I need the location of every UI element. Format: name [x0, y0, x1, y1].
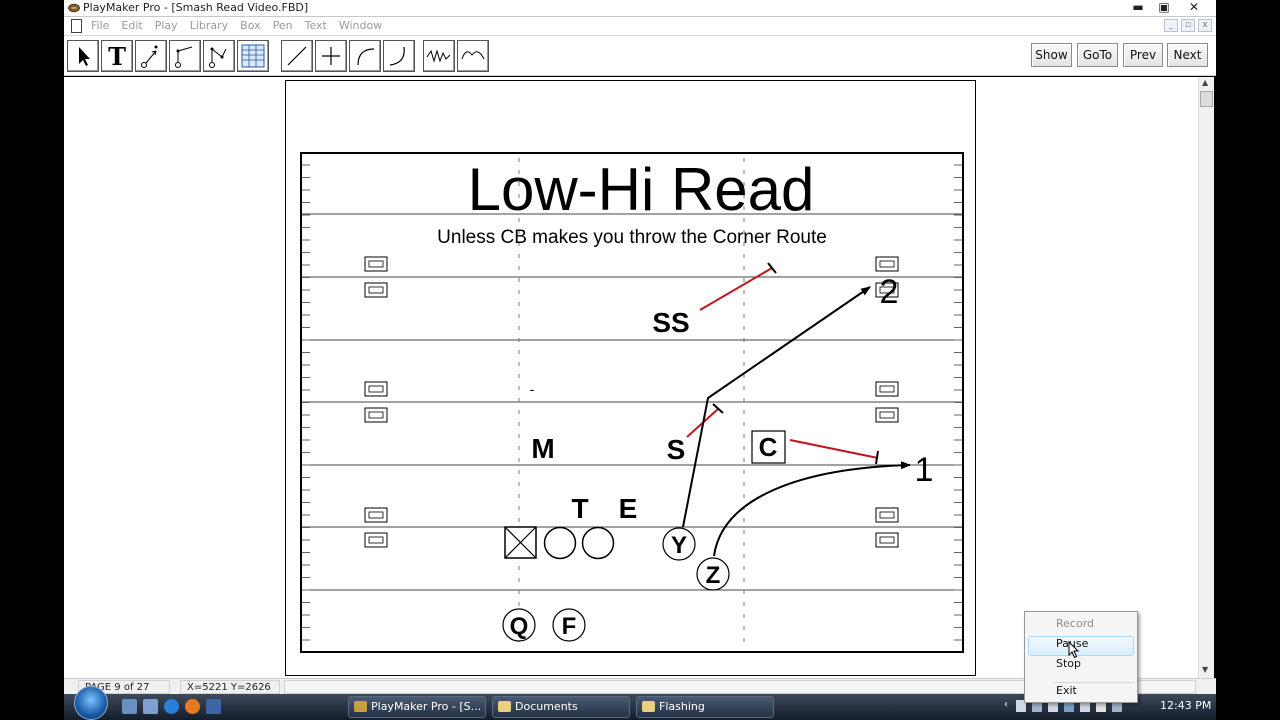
- yard-box: [875, 381, 899, 397]
- mouse-cursor-icon: [1068, 641, 1080, 659]
- t-defender-label: T: [571, 493, 588, 524]
- yard-lines: [302, 213, 962, 591]
- taskbar-flashing-button[interactable]: Flashing: [636, 696, 774, 718]
- y-corner-route: [682, 286, 871, 528]
- yard-box: [364, 282, 388, 298]
- firefox-icon[interactable]: [185, 699, 200, 714]
- show-desktop-icon[interactable]: [122, 699, 137, 714]
- m-defender-label: M: [531, 433, 554, 464]
- route-number-2: 2: [880, 273, 899, 311]
- c-route-end: [875, 450, 879, 465]
- play-subtitle: Unless CB makes you throw the Corner Rou…: [437, 227, 827, 248]
- taskbar-playmaker-button[interactable]: PlayMaker Pro - [S...: [348, 696, 486, 718]
- yard-box: [875, 532, 899, 548]
- center-player: [504, 526, 537, 559]
- taskbar-flashing-label: Flashing: [659, 700, 705, 713]
- q-player-label: Q: [510, 613, 529, 640]
- yard-box: [364, 507, 388, 523]
- guard-player: [543, 526, 577, 560]
- screen: PlayMaker Pro - [Smash Read Video.FBD] ▬…: [0, 0, 1280, 720]
- z-player-label: Z: [706, 562, 721, 589]
- menu-exit[interactable]: Exit: [1056, 683, 1077, 699]
- ss-coverage-route: [699, 267, 773, 311]
- taskbar-documents-label: Documents: [515, 700, 578, 713]
- switch-windows-icon[interactable]: [143, 699, 158, 714]
- clock[interactable]: 12:43 PM: [1160, 699, 1211, 712]
- yard-box: [364, 532, 388, 548]
- taskbar-documents-button[interactable]: Documents: [492, 696, 630, 718]
- f-player-label: F: [562, 613, 577, 640]
- taskbar-playmaker-label: PlayMaker Pro - [S...: [371, 700, 482, 713]
- c-defender-label: C: [759, 432, 778, 462]
- e-defender-label: E: [619, 493, 638, 524]
- folder-icon: [642, 701, 655, 712]
- ss-defender-label: SS: [652, 307, 689, 338]
- play-title: Low-Hi Read: [468, 156, 815, 223]
- tackle-player: [581, 526, 615, 560]
- ss-route-end: [767, 262, 777, 274]
- playmaker-task-icon: [354, 701, 367, 712]
- route-number-1: 1: [915, 451, 934, 489]
- context-menu: Record Pause Stop Exit: [1024, 611, 1138, 703]
- start-button[interactable]: [74, 686, 108, 720]
- folder-icon: [498, 701, 511, 712]
- yard-box: [875, 256, 899, 272]
- menu-record[interactable]: Record: [1056, 616, 1094, 632]
- yard-box: [875, 507, 899, 523]
- y-player-label: Y: [671, 532, 687, 559]
- tray-chevron-icon[interactable]: ‹: [1004, 699, 1008, 710]
- cursor-coordinates: X=5221 Y=2626: [180, 680, 280, 694]
- s-defender-label: S: [667, 434, 686, 465]
- yard-box: [364, 407, 388, 423]
- c-coverage-route: [789, 439, 879, 459]
- yard-box: [364, 256, 388, 272]
- hash-label: -: [530, 381, 535, 397]
- quick-launch-icon[interactable]: [206, 699, 221, 714]
- yard-box: [364, 381, 388, 397]
- internet-explorer-icon[interactable]: [164, 699, 179, 714]
- yard-box: [875, 407, 899, 423]
